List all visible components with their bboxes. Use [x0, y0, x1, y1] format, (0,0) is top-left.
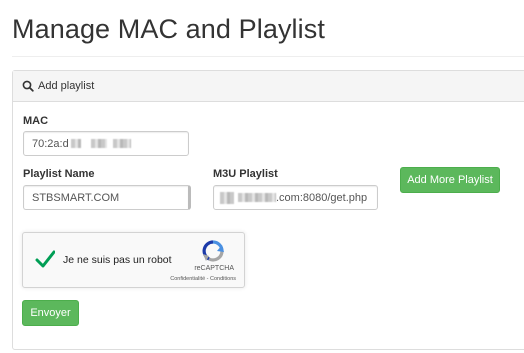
recaptcha-logo-icon [200, 239, 226, 263]
mac-redacted-2 [90, 139, 107, 148]
mac-input[interactable]: 70:2a:d [23, 131, 189, 156]
recaptcha-legal-links[interactable]: Confidentialité - Conditions [170, 276, 236, 282]
mac-redacted [70, 139, 81, 148]
add-playlist-panel: Add playlist [12, 70, 524, 350]
m3u-playlist-input[interactable]: .com:8080/get.php [213, 185, 378, 210]
add-more-playlist-button[interactable]: Add More Playlist [400, 167, 500, 193]
m3u-redacted [220, 191, 234, 204]
page-title: Manage MAC and Playlist [12, 14, 325, 44]
recaptcha-label: Je ne suis pas un robot [63, 254, 172, 266]
playlist-name-input[interactable]: STBSMART.COM [23, 185, 191, 210]
mac-redacted-3 [112, 139, 131, 148]
search-icon [22, 80, 34, 92]
checkmark-icon[interactable] [35, 249, 56, 269]
playlist-name-label: Playlist Name [23, 168, 95, 180]
m3u-redacted-2 [238, 193, 276, 202]
recaptcha-widget: Je ne suis pas un robot reCAPTCHA Confid… [22, 232, 245, 288]
mac-value: 70:2a:d [32, 137, 69, 150]
recaptcha-brand: reCAPTCHA [194, 265, 234, 272]
playlist-name-value: STBSMART.COM [32, 191, 120, 204]
mac-label: MAC [23, 115, 49, 127]
panel-heading: Add playlist [13, 71, 524, 102]
title-divider [12, 56, 524, 57]
m3u-playlist-value: .com:8080/get.php [276, 191, 368, 204]
m3u-playlist-label: M3U Playlist [213, 168, 278, 180]
submit-button[interactable]: Envoyer [22, 300, 79, 326]
panel-heading-label: Add playlist [38, 80, 95, 92]
